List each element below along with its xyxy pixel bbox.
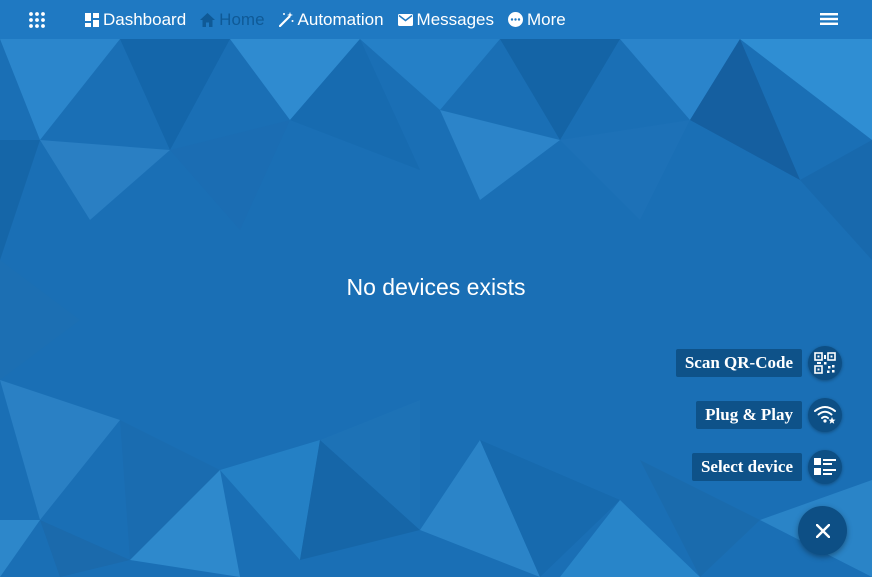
hamburger-icon [820,13,838,25]
nav-automation-label: Automation [297,9,384,29]
list-icon [814,458,836,475]
hamburger-menu-button[interactable] [820,10,838,28]
nav-more[interactable]: More [508,10,566,30]
magic-wand-icon [278,12,294,27]
plug-and-play-action[interactable]: Plug & Play [696,398,842,432]
envelope-icon [397,12,413,27]
select-device-button[interactable] [808,450,842,484]
scan-qr-code-button[interactable] [808,346,842,380]
nav-messages-label: Messages [416,9,495,29]
apps-grid-icon [29,12,45,28]
scan-qr-code-action[interactable]: Scan QR-Code [675,346,842,380]
select-device-action[interactable]: Select device [691,450,842,484]
apps-grid-button[interactable] [27,10,47,30]
select-device-label: Select device [691,453,802,481]
top-navigation-bar: Dashboard Home Automation Messages More [0,0,872,39]
main-nav: Dashboard Home Automation Messages More [84,0,580,39]
wifi-star-icon [814,406,836,424]
nav-dashboard[interactable]: Dashboard [84,10,186,30]
nav-automation[interactable]: Automation [278,9,384,30]
dashboard-icon [84,12,99,27]
qr-code-icon [814,352,836,374]
nav-dashboard-label: Dashboard [103,9,187,29]
nav-messages[interactable]: Messages [397,9,495,30]
empty-state-message: No devices exists [346,274,526,300]
more-dots-icon [508,12,524,27]
scan-qr-code-label: Scan QR-Code [675,349,802,377]
nav-home[interactable]: Home [200,9,265,30]
close-icon [815,523,830,538]
plug-and-play-button[interactable] [808,398,842,432]
home-icon [200,12,216,27]
plug-and-play-label: Plug & Play [696,401,802,429]
fab-close-button[interactable] [798,506,847,555]
nav-home-label: Home [219,9,265,29]
nav-more-label: More [527,9,566,29]
